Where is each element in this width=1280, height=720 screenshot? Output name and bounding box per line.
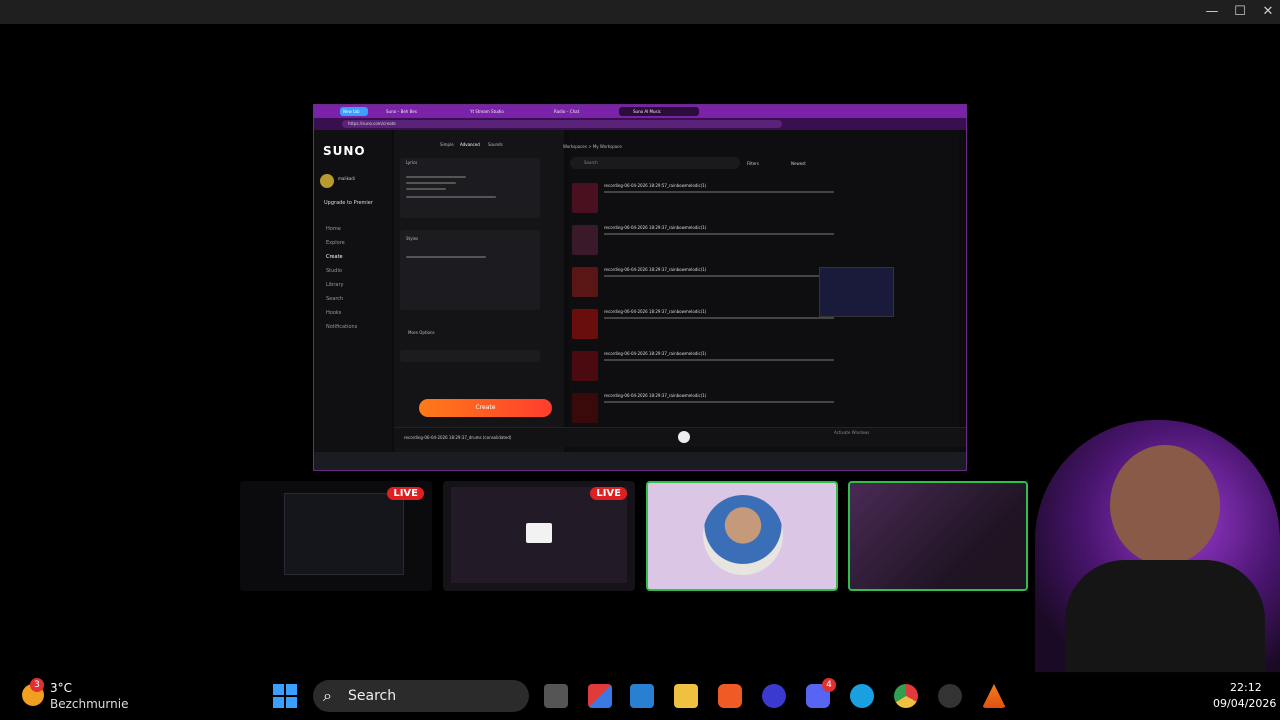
sidebar-item-explore[interactable]: Explore xyxy=(326,240,345,246)
options-field[interactable] xyxy=(400,350,540,362)
browser-tab-active[interactable]: Suno AI Music xyxy=(619,107,699,116)
streamer-head xyxy=(1110,445,1220,565)
window-titlebar: — ☐ ✕ xyxy=(0,0,1280,24)
participant-tile-stream[interactable]: LIVE xyxy=(443,481,635,591)
suno-sidebar: SUNO malikadi Upgrade to Premier Home Ex… xyxy=(314,130,392,452)
sidebar-item-library[interactable]: Library xyxy=(326,282,343,288)
sidebar-item-search[interactable]: Search xyxy=(326,296,343,302)
participant-tile-screen[interactable]: LIVE xyxy=(240,481,432,591)
list-item[interactable]: recording-06-04-2026 18:29:37_rainbowmel… xyxy=(572,349,952,385)
tab-advanced[interactable]: Advanced xyxy=(460,142,480,147)
task-view-icon[interactable] xyxy=(544,684,568,708)
weather-location[interactable]: Bezchmurnie xyxy=(50,697,128,711)
discord-badge: 4 xyxy=(822,678,836,692)
app-icon[interactable] xyxy=(588,684,612,708)
mini-preview xyxy=(819,267,894,317)
list-item[interactable]: recording-06-04-2026 18:29:37_rainbowmel… xyxy=(572,265,952,301)
song-cover xyxy=(572,309,598,339)
styles-box[interactable]: Styles xyxy=(400,230,540,310)
now-playing-title: recording-06-04-2026 18:29:37_drums (con… xyxy=(404,435,512,440)
taskbar-search[interactable]: ⌕ Search xyxy=(313,680,529,712)
streamer-webcam xyxy=(1005,420,1280,675)
browser-tab[interactable]: New tab xyxy=(340,107,368,116)
list-item[interactable]: recording-06-04-2026 18:29:37_rainbowmel… xyxy=(572,223,952,259)
weather-temperature[interactable]: 3°C xyxy=(50,681,72,695)
activate-windows-watermark: Activate Windows xyxy=(834,430,870,435)
avatar xyxy=(703,495,783,575)
list-item[interactable]: recording-06-04-2026 18:29:37_rainbowmel… xyxy=(572,391,952,427)
close-button[interactable]: ✕ xyxy=(1254,2,1280,22)
obs-icon[interactable] xyxy=(762,684,786,708)
edge-icon[interactable] xyxy=(850,684,874,708)
camera-feed xyxy=(850,483,1026,589)
song-title[interactable]: recording-06-04-2026 18:29:37_rainbowmel… xyxy=(604,225,706,230)
styles-label: Styles xyxy=(406,236,419,241)
play-button[interactable] xyxy=(678,431,690,443)
search-icon: ⌕ xyxy=(323,686,332,705)
clock-time[interactable]: 22:12 xyxy=(1230,681,1262,694)
song-title[interactable]: recording-06-04-2026 18:29:37_rainbowmel… xyxy=(604,267,706,272)
song-cover xyxy=(572,351,598,381)
shared-taskbar xyxy=(314,452,966,470)
shared-screen[interactable]: New tab Suno – Beh Bes Yt Stream Studio … xyxy=(313,104,967,471)
live-badge: LIVE xyxy=(387,487,424,500)
browser-tab[interactable]: Yt Stream Studio xyxy=(456,107,536,116)
song-title[interactable]: recording-06-04-2026 18:29:37_rainbowmel… xyxy=(604,309,706,314)
tab-sounds[interactable]: Sounds xyxy=(488,142,503,147)
song-cover xyxy=(572,183,598,213)
participant-tile-avatar[interactable] xyxy=(646,481,838,591)
song-title[interactable]: recording-06-04-2026 18:29:57_rainbowmel… xyxy=(604,183,706,188)
sidebar-item-create[interactable]: Create xyxy=(326,254,343,260)
create-button[interactable]: Create xyxy=(419,399,552,417)
suno-logo: SUNO xyxy=(323,144,366,158)
music-player: recording-06-04-2026 18:29:37_drums (con… xyxy=(394,427,966,447)
monitor-icon xyxy=(526,523,552,543)
sidebar-item-notifications[interactable]: Notifications xyxy=(326,324,357,330)
browser-tab-strip: New tab Suno – Beh Bes Yt Stream Studio … xyxy=(314,105,966,118)
participant-tile-camera[interactable] xyxy=(848,481,1028,591)
address-bar: https://suno.com/create xyxy=(314,118,966,130)
song-cover xyxy=(572,267,598,297)
sidebar-item-studio[interactable]: Studio xyxy=(326,268,342,274)
maximize-button[interactable]: ☐ xyxy=(1226,2,1254,22)
list-item[interactable]: recording-06-04-2026 18:29:37_rainbowmel… xyxy=(572,307,952,343)
tile-thumbnail xyxy=(284,493,404,575)
live-badge: LIVE xyxy=(590,487,627,500)
breadcrumb: Workspaces > My Workspace xyxy=(563,144,622,149)
browser-tab[interactable]: Radio – Chat xyxy=(540,107,616,116)
lyrics-box[interactable]: Lyrics xyxy=(400,158,540,218)
more-options[interactable]: More Options xyxy=(408,330,435,335)
search-input[interactable]: Search xyxy=(570,157,740,169)
song-cover xyxy=(572,225,598,255)
song-title[interactable]: recording-06-04-2026 18:29:37_rainbowmel… xyxy=(604,393,706,398)
lyrics-label: Lyrics xyxy=(406,160,418,165)
streamer-shirt xyxy=(1065,560,1265,675)
song-cover xyxy=(572,393,598,423)
filters-button[interactable]: Filters xyxy=(747,161,759,166)
url-field[interactable]: https://suno.com/create xyxy=(342,120,782,128)
avatar[interactable] xyxy=(320,174,334,188)
sidebar-item-home[interactable]: Home xyxy=(326,226,341,232)
sort-newest-button[interactable]: Newest xyxy=(791,161,806,166)
song-title[interactable]: recording-06-04-2026 18:29:37_rainbowmel… xyxy=(604,351,706,356)
tab-simple[interactable]: Simple xyxy=(440,142,454,147)
browser-tab[interactable]: Suno – Beh Bes xyxy=(372,107,452,116)
sidebar-item-hooks[interactable]: Hooks xyxy=(326,310,341,316)
weather-badge: 3 xyxy=(30,678,44,692)
chrome-icon[interactable] xyxy=(894,684,918,708)
brave-icon[interactable] xyxy=(718,684,742,708)
clock-date[interactable]: 09/04/2026 xyxy=(1213,697,1276,710)
upgrade-link[interactable]: Upgrade to Premier xyxy=(324,200,373,206)
list-item[interactable]: recording-06-04-2026 18:29:57_rainbowmel… xyxy=(572,181,952,217)
store-icon[interactable] xyxy=(630,684,654,708)
start-button-icon[interactable] xyxy=(273,684,297,708)
search-label: Search xyxy=(348,688,397,704)
app-icon[interactable] xyxy=(938,684,962,708)
user-name: malikadi xyxy=(338,176,355,181)
minimize-button[interactable]: — xyxy=(1198,2,1226,22)
file-explorer-icon[interactable] xyxy=(674,684,698,708)
